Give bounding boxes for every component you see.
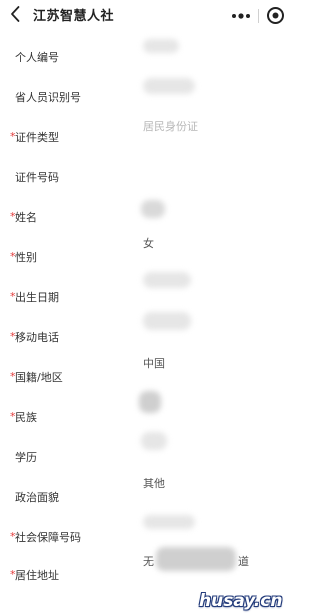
field-label: 姓名	[15, 211, 37, 224]
redacted-value	[143, 272, 191, 288]
redacted-value	[143, 515, 195, 529]
form-row-personal-number[interactable]: 个人编号	[0, 39, 295, 72]
more-dots-icon[interactable]	[230, 7, 252, 25]
redacted-value	[141, 432, 167, 450]
redacted-value	[143, 78, 195, 94]
top-bar: 江苏智慧人社	[0, 0, 295, 30]
redacted-value	[143, 39, 179, 53]
form-row-ethnicity[interactable]: * 民族	[0, 391, 295, 432]
capsule-divider	[258, 9, 259, 23]
field-label: 居住地址	[15, 569, 59, 582]
field-label: 移动电话	[15, 331, 59, 344]
form-row-education[interactable]: 学历	[0, 432, 295, 472]
field-label: 个人编号	[15, 51, 59, 64]
form-row-mobile[interactable]: * 移动电话	[0, 312, 295, 352]
form-row-provincial-id[interactable]: 省人员识别号	[0, 78, 295, 112]
field-value-suffix: 道	[238, 555, 249, 568]
form-row-id-type[interactable]: * 证件类型 居民身份证	[0, 120, 295, 152]
field-value: 无	[143, 555, 154, 568]
redacted-value	[139, 391, 161, 413]
field-label: 证件号码	[15, 171, 59, 184]
field-label: 社会保障号码	[15, 531, 81, 544]
form-row-id-number[interactable]: 证件号码	[0, 164, 295, 192]
field-label: 证件类型	[15, 131, 59, 144]
form-row-gender[interactable]: * 性别 女	[0, 237, 295, 272]
field-label: 国籍/地区	[15, 371, 63, 384]
form-row-name[interactable]: * 姓名	[0, 200, 295, 232]
form-row-political-status[interactable]: 政治面貌 其他	[0, 477, 295, 512]
field-value: 其他	[143, 477, 165, 490]
field-value: 居民身份证	[143, 120, 198, 133]
form-row-nationality[interactable]: * 国籍/地区 中国	[0, 357, 295, 392]
field-label: 政治面貌	[15, 491, 59, 504]
field-label: 学历	[15, 451, 37, 464]
redacted-value	[143, 312, 191, 330]
field-value: 女	[143, 237, 154, 250]
field-label: 省人员识别号	[15, 91, 81, 104]
field-label: 性别	[15, 251, 37, 264]
field-label: 出生日期	[15, 291, 59, 304]
mini-program-capsule	[224, 5, 288, 26]
watermark: husay.cn	[199, 591, 283, 611]
form-row-address[interactable]: * 居住地址 无 道	[0, 547, 295, 590]
form-row-social-security-number[interactable]: * 社会保障号码	[0, 515, 295, 552]
redacted-value	[141, 200, 165, 218]
page-title: 江苏智慧人社	[33, 9, 115, 24]
target-icon[interactable]	[266, 6, 285, 25]
back-icon[interactable]	[9, 5, 23, 23]
form-row-birth-date[interactable]: * 出生日期	[0, 272, 295, 312]
field-value: 中国	[143, 357, 165, 370]
field-label: 民族	[15, 411, 37, 424]
redacted-value	[156, 547, 236, 571]
